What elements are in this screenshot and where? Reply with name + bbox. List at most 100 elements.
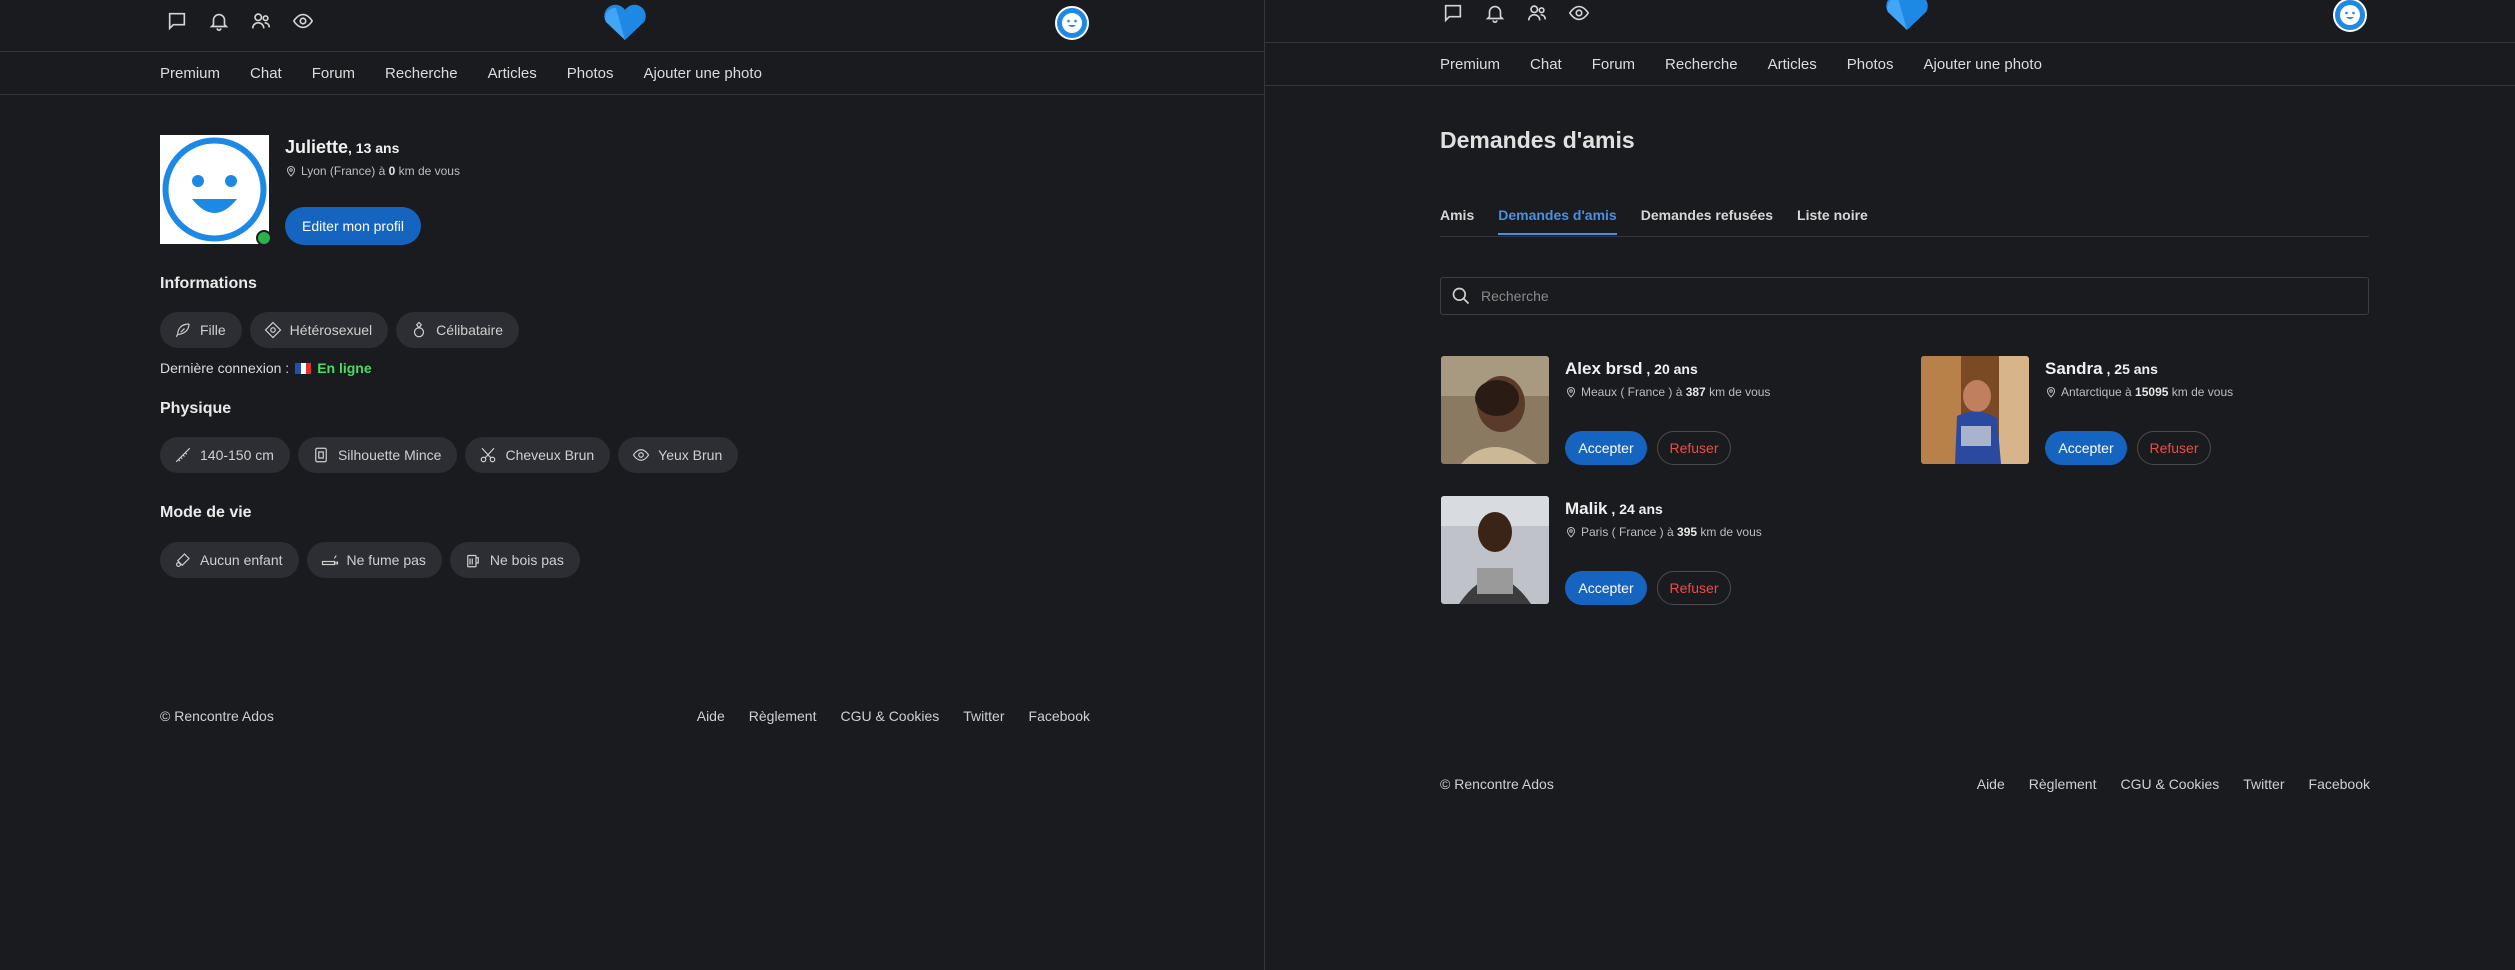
chip-label: Célibataire [436,322,504,338]
location-pin-icon [1566,527,1576,538]
location-text: Lyon (France) à [301,164,389,178]
friends-tabs: Amis Demandes d'amis Demandes refusées L… [1440,207,1868,235]
footer-link-reglement[interactable]: Règlement [749,708,817,724]
heart-logo-icon[interactable] [602,2,648,42]
nav-photos[interactable]: Photos [567,65,614,82]
footer-link-cgu[interactable]: CGU & Cookies [2120,776,2219,792]
nav-add-photo[interactable]: Ajouter une photo [1923,56,2041,73]
distance-value: 387 [1685,385,1706,399]
eye-icon[interactable] [1567,1,1591,25]
physique-chips: 140-150 cm Silhouette Mince Cheveux Brun… [160,437,739,473]
edit-profile-button[interactable]: Editer mon profil [285,207,421,245]
user-avatar[interactable] [1055,6,1089,40]
distance-value: 15095 [2135,385,2169,399]
scissors-icon [481,447,496,463]
request-photo-alex[interactable] [1441,356,1549,464]
tab-refusees[interactable]: Demandes refusées [1641,207,1773,235]
footer-link-twitter[interactable]: Twitter [963,708,1004,724]
footer-link-aide[interactable]: Aide [1977,776,2005,792]
nav-articles[interactable]: Articles [488,65,537,82]
footer-link-aide[interactable]: Aide [697,708,725,724]
refuse-button[interactable]: Refuser [1657,571,1731,605]
profile-name: Juliette, 13 ans [285,137,399,158]
chip-label: Silhouette Mince [337,447,442,463]
request-photo-sandra[interactable] [1921,356,2029,464]
nav-recherche[interactable]: Recherche [385,65,458,82]
cigarette-icon [321,555,338,566]
request-name: Malik , 24 ans [1565,499,1663,519]
footer-link-reglement[interactable]: Règlement [2029,776,2097,792]
top-icons [1441,1,1591,25]
nav-recherche[interactable]: Recherche [1665,56,1738,73]
location-suffix: km de vous [395,164,460,178]
chip-status: Célibataire [396,312,520,348]
chip-children: Aucun enfant [160,542,299,578]
top-icons [165,9,315,33]
lifestyle-title: Mode de vie [160,504,252,521]
nav-forum[interactable]: Forum [312,65,355,82]
request-name: Alex brsd , 20 ans [1565,359,1698,379]
location-suffix: km de vous [1697,525,1762,539]
nav-add-photo[interactable]: Ajouter une photo [643,65,761,82]
main-nav: Premium Chat Forum Recherche Articles Ph… [0,51,1264,95]
chip-label: Ne fume pas [346,552,426,568]
footer-link-cgu[interactable]: CGU & Cookies [840,708,939,724]
refuse-button[interactable]: Refuser [2137,431,2211,465]
online-status: En ligne [317,360,372,376]
accept-button[interactable]: Accepter [2045,431,2127,465]
nav-articles[interactable]: Articles [1768,56,1817,73]
lifestyle-chips: Aucun enfant Ne fume pas Ne bois pas [160,542,580,578]
refuse-button[interactable]: Refuser [1657,431,1731,465]
location-pin-icon [286,166,296,177]
eye-icon[interactable] [291,9,315,33]
ring-icon [414,321,425,338]
heart-logo-icon[interactable] [1884,0,1930,32]
silhouette-icon [315,447,327,463]
tabs-underline [1440,236,2369,237]
footer-links: Aide Règlement CGU & Cookies Twitter Fac… [1977,776,2370,792]
footer-link-facebook[interactable]: Facebook [1029,708,1090,724]
page-title: Demandes d'amis [1440,127,1635,153]
footer-copyright: © Rencontre Ados [1440,776,1554,792]
chip-label: Cheveux Brun [505,447,595,463]
users-icon[interactable] [249,9,273,33]
chip-orientation: Hétérosexuel [249,312,389,348]
request-name-text: Malik [1565,499,1608,518]
footer-link-twitter[interactable]: Twitter [2243,776,2284,792]
user-avatar[interactable] [2333,0,2367,32]
tab-liste-noire[interactable]: Liste noire [1797,207,1868,235]
accept-button[interactable]: Accepter [1565,431,1647,465]
profile-location: Lyon (France) à 0 km de vous [285,164,460,178]
chat-icon[interactable] [1441,1,1465,25]
tab-amis[interactable]: Amis [1440,207,1474,235]
accept-button[interactable]: Accepter [1565,571,1647,605]
location-text: Meaux ( France ) à [1581,385,1686,399]
location-text: Paris ( France ) à [1581,525,1678,539]
users-icon[interactable] [1525,1,1549,25]
profile-photo[interactable] [160,135,269,244]
informations-chips: Fille Hétérosexuel Célibataire [160,312,520,348]
location-pin-icon [2046,387,2056,398]
nav-chat[interactable]: Chat [1530,56,1562,73]
footer-link-facebook[interactable]: Facebook [2309,776,2370,792]
tab-demandes[interactable]: Demandes d'amis [1498,207,1617,235]
request-photo-malik[interactable] [1441,496,1549,604]
last-connection-label: Dernière connexion : [160,360,290,376]
bell-icon[interactable] [207,9,231,33]
search-input[interactable] [1479,277,2368,315]
chip-drinking: Ne bois pas [449,542,580,578]
footer-links: Aide Règlement CGU & Cookies Twitter Fac… [697,708,1090,724]
nav-chat[interactable]: Chat [250,65,282,82]
nav-forum[interactable]: Forum [1592,56,1635,73]
chip-label: Hétérosexuel [289,322,373,338]
location-suffix: km de vous [2168,385,2234,399]
top-bar [0,0,1264,50]
bell-icon[interactable] [1483,1,1507,25]
chat-icon[interactable] [165,9,189,33]
distance-value: 395 [1677,525,1698,539]
search-box [1440,277,2369,315]
chip-label: Aucun enfant [200,552,283,568]
nav-premium[interactable]: Premium [1440,56,1500,73]
nav-premium[interactable]: Premium [160,65,220,82]
nav-photos[interactable]: Photos [1847,56,1894,73]
